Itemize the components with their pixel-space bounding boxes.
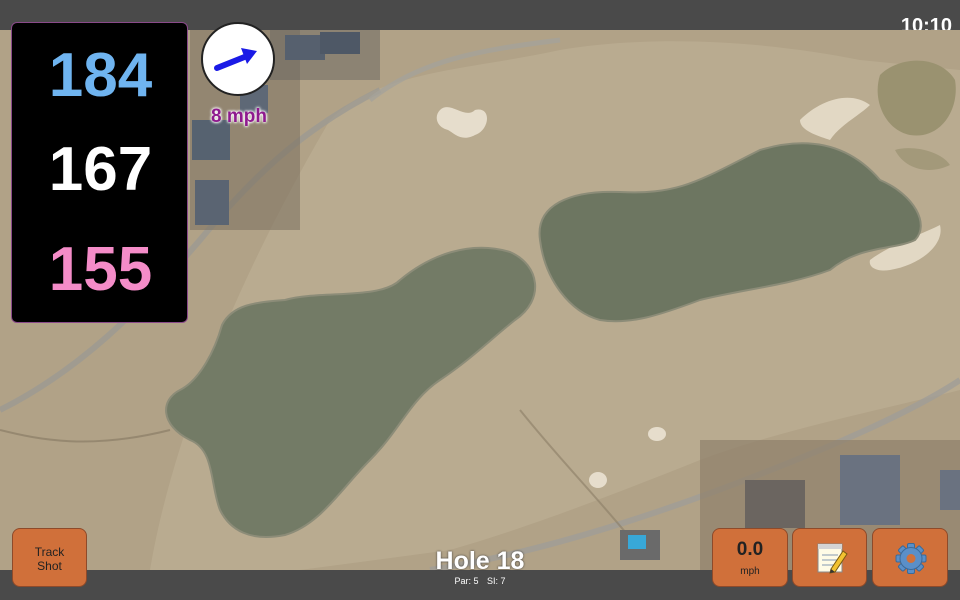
notes-button[interactable] <box>792 528 867 587</box>
track-shot-label-line2: Shot <box>37 559 62 573</box>
settings-button[interactable] <box>872 528 948 587</box>
hole-info: Par: 5 SI: 7 <box>380 577 580 586</box>
speed-value: 0.0 <box>736 539 764 560</box>
gear-icon <box>895 543 927 574</box>
middle-distance: 167 <box>48 135 153 204</box>
front-distance: 155 <box>48 235 153 304</box>
hole-par: Par: 5 <box>454 576 479 586</box>
distance-panel: 184 167 155 <box>11 22 188 323</box>
speed-unit: mph <box>740 566 760 577</box>
wind-speed: 8 mph <box>211 106 267 127</box>
hole-stroke-index: SI: 7 <box>487 576 506 586</box>
notepad-icon <box>817 543 848 574</box>
track-shot-label-line1: Track <box>34 545 65 559</box>
track-shot-button[interactable]: Track Shot <box>12 528 87 587</box>
hole-title: Hole 18 <box>435 547 525 575</box>
back-distance: 184 <box>48 41 153 110</box>
wind-indicator[interactable] <box>201 22 275 96</box>
speed-button[interactable]: 0.0 mph <box>712 528 788 587</box>
wind-arrow-icon <box>214 48 257 71</box>
